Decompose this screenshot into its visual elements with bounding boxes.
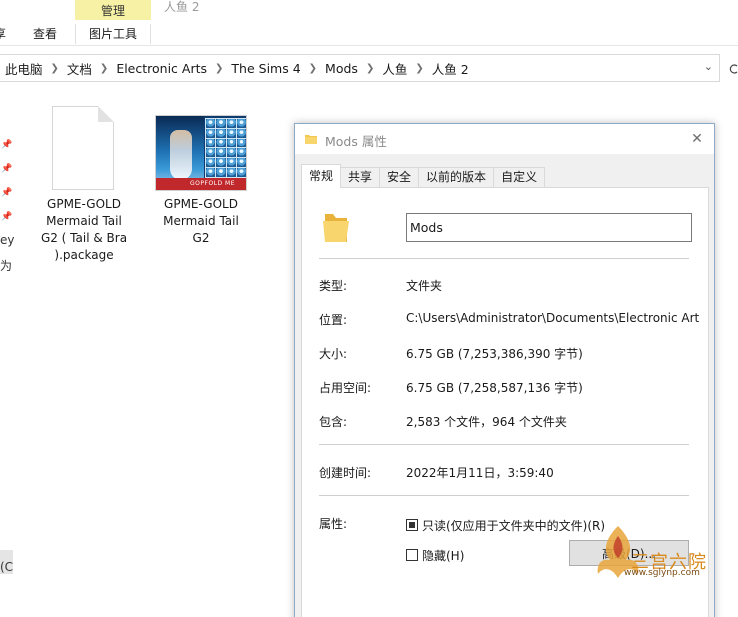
chevron-right-icon[interactable]: ❯ <box>366 63 374 74</box>
close-icon: ✕ <box>691 131 703 147</box>
chevron-right-icon[interactable]: ❯ <box>415 63 423 74</box>
breadcrumb-mods[interactable]: Mods <box>325 61 358 76</box>
folder-icon <box>323 214 349 242</box>
tab-sharing[interactable]: 共享 <box>340 167 381 188</box>
chevron-right-icon[interactable]: ❯ <box>309 63 317 74</box>
nav-item-fragment[interactable]: 为 <box>0 257 14 274</box>
thumbnail-figure <box>170 130 192 180</box>
thumbnail-band: GOPFOLD ME <box>156 178 246 190</box>
folder-icon <box>305 135 317 144</box>
breadcrumb-mermaid[interactable]: 人鱼 <box>382 59 407 78</box>
navigation-pane: 📌 📌 📌 📌 ey 为 (C <box>0 90 14 617</box>
hidden-label[interactable]: 隐藏(H) <box>422 547 464 564</box>
close-button[interactable]: ✕ <box>680 124 714 154</box>
readonly-checkbox[interactable] <box>406 519 418 531</box>
contains-value: 2,583 个文件，964 个文件夹 <box>406 415 567 429</box>
watermark-url: www.sglynp.com <box>624 568 700 578</box>
type-label: 类型: <box>319 279 348 293</box>
package-file-icon[interactable] <box>52 106 114 190</box>
pin-icon[interactable]: 📌 <box>1 164 12 174</box>
file-item-package[interactable]: GPME-GOLD Mermaid Tail G2 ( Tail & Bra )… <box>36 196 132 264</box>
tab-general[interactable]: 常规 <box>301 164 342 188</box>
readonly-label[interactable]: 只读(仅应用于文件夹中的文件)(R) <box>422 517 605 534</box>
breadcrumb-electronic-arts[interactable]: Electronic Arts <box>116 61 207 76</box>
hidden-checkbox[interactable] <box>406 549 418 561</box>
ribbon: 管理 人鱼 2 享 查看 图片工具 <box>0 0 738 46</box>
file-name-line: Mermaid Tail <box>163 214 239 228</box>
pin-icon[interactable]: 📌 <box>1 188 12 198</box>
breadcrumb-the-sims-4[interactable]: The Sims 4 <box>231 61 300 76</box>
location-value[interactable]: C:\Users\Administrator\Documents\Electro… <box>406 311 699 325</box>
thumbnail-grid <box>205 118 246 178</box>
tab-customize[interactable]: 自定义 <box>493 167 546 188</box>
tab-share[interactable]: 享 <box>0 24 6 44</box>
created-label: 创建时间: <box>319 466 372 480</box>
site-watermark-logo: 三宫六院 www.sglynp.com <box>588 520 718 590</box>
tab-security[interactable]: 安全 <box>379 167 420 188</box>
disk-size-label: 占用空间: <box>319 381 372 395</box>
file-name-line: Mermaid Tail <box>46 214 122 228</box>
address-bar[interactable]: 此电脑 ❯ 文档 ❯ Electronic Arts ❯ The Sims 4 … <box>0 54 720 82</box>
breadcrumb-mermaid-2[interactable]: 人鱼 2 <box>432 59 469 78</box>
breadcrumb-this-pc[interactable]: 此电脑 <box>5 59 43 78</box>
chevron-right-icon[interactable]: ❯ <box>215 63 223 74</box>
size-value: 6.75 GB (7,253,386,390 字节) <box>406 347 583 361</box>
file-name-line: ).package <box>54 248 114 262</box>
file-item-image[interactable]: GPME-GOLD Mermaid Tail G2 <box>153 196 249 247</box>
divider <box>319 444 689 445</box>
dialog-tabs: 常规 共享 安全 以前的版本 自定义 <box>301 164 546 188</box>
folder-name-input[interactable] <box>406 213 692 242</box>
image-thumbnail[interactable]: GOPFOLD ME <box>155 115 247 191</box>
size-label: 大小: <box>319 347 348 361</box>
disk-size-value: 6.75 GB (7,258,587,136 字节) <box>406 381 583 395</box>
refresh-icon[interactable] <box>728 58 738 80</box>
dialog-title: Mods 属性 <box>325 134 387 149</box>
attributes-label: 属性: <box>319 517 348 531</box>
divider <box>319 258 689 259</box>
chevron-right-icon[interactable]: ❯ <box>100 63 108 74</box>
created-value: 2022年1月11日，3:59:40 <box>406 466 554 480</box>
tab-picture-tools[interactable]: 图片工具 <box>75 24 151 44</box>
nav-item-fragment[interactable]: ey <box>0 233 14 247</box>
pin-icon[interactable]: 📌 <box>1 140 12 150</box>
pin-icon[interactable]: 📌 <box>1 212 12 222</box>
manage-context-tab[interactable]: 管理 <box>75 0 151 20</box>
contains-label: 包含: <box>319 415 348 429</box>
nav-item-fragment[interactable]: (C <box>0 560 14 574</box>
divider <box>319 495 689 496</box>
manage-context-label: 管理 <box>100 3 125 18</box>
dialog-titlebar[interactable]: Mods 属性 ✕ <box>295 124 714 154</box>
chevron-right-icon[interactable]: ❯ <box>51 63 59 74</box>
file-name-line: G2 ( Tail & Bra <box>40 231 128 245</box>
tab-view[interactable]: 查看 <box>33 24 57 44</box>
file-name-line: G2 <box>192 231 210 245</box>
file-name-line: GPME-GOLD <box>164 197 238 211</box>
breadcrumb-documents[interactable]: 文档 <box>67 59 92 78</box>
location-label: 位置: <box>319 313 348 327</box>
breadcrumb: 此电脑 ❯ 文档 ❯ Electronic Arts ❯ The Sims 4 … <box>0 59 469 78</box>
file-name-line: GPME-GOLD <box>47 197 121 211</box>
window-title: 人鱼 2 <box>164 0 200 14</box>
tab-previous-versions[interactable]: 以前的版本 <box>418 167 495 188</box>
chevron-down-icon[interactable]: ⌄ <box>704 60 713 73</box>
type-value: 文件夹 <box>406 279 443 293</box>
thumbnail-band-text: GOPFOLD ME <box>190 180 236 187</box>
